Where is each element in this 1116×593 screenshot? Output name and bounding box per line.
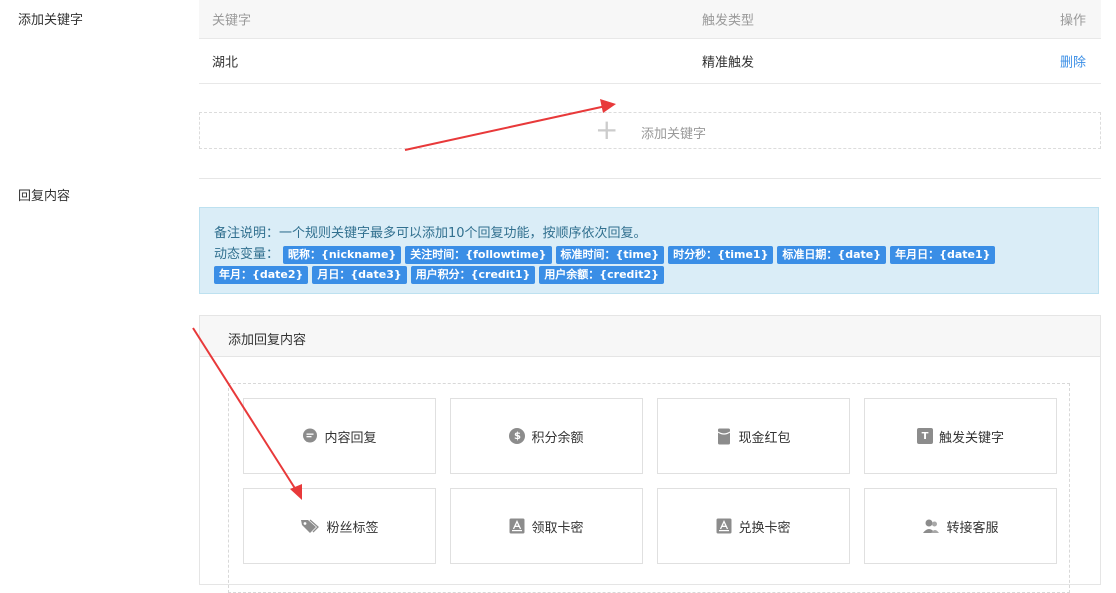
keyword-table: 关键字 触发类型 操作 湖北 精准触发 删除 (199, 0, 1101, 84)
variable-tag-date3[interactable]: 月日：{date3} (312, 266, 407, 284)
tag-icon (300, 518, 320, 534)
reply-options-area: 内容回复 $ 积分余额 现金红包 T 触发关键字 粉丝标签 领取卡密 兑换卡密 … (228, 383, 1070, 593)
variable-tag-date1[interactable]: 年月日：{date1} (890, 246, 996, 264)
variable-tag-nickname[interactable]: 昵称：{nickname} (283, 246, 402, 264)
variable-tag-date2[interactable]: 年月：{date2} (214, 266, 309, 284)
keyword-table-header: 关键字 触发类型 操作 (199, 0, 1101, 39)
variable-tag-credit1[interactable]: 用户积分：{credit1} (410, 266, 536, 284)
dollar-coin-icon: $ (509, 428, 526, 444)
dynamic-variables: 动态变量： 昵称：{nickname} 关注时间：{followtime} 标准时间：… (214, 245, 1094, 285)
card-label: 兑换卡密 (738, 520, 791, 536)
card-label: 触发关键字 (938, 430, 1004, 446)
red-packet-icon (716, 428, 732, 444)
table-row: 湖北 精准触发 删除 (199, 39, 1101, 84)
variable-tag-time[interactable]: 标准时间：{time} (555, 246, 665, 264)
card-label: 现金红包 (738, 430, 791, 446)
chat-bubble-icon (302, 428, 318, 444)
header-trigger-type: 触发类型 (702, 13, 755, 29)
reply-content-label: 回复内容 (18, 189, 71, 204)
variable-tag-time1[interactable]: 时分秒：{time1} (668, 246, 774, 264)
add-keyword-button[interactable]: + 添加关键字 (199, 112, 1101, 149)
text-t-icon: T (916, 428, 933, 444)
card-label: 内容回复 (324, 430, 377, 446)
card-label: 领取卡密 (531, 520, 584, 536)
add-keyword-button-label: 添加关键字 (641, 127, 707, 142)
trigger-type-cell: 精准触发 (702, 55, 755, 71)
dynamic-variables-label: 动态变量： (214, 247, 280, 262)
delete-link[interactable]: 删除 (1060, 52, 1086, 71)
plus-icon: + (595, 113, 619, 146)
variable-tag-followtime[interactable]: 关注时间：{followtime} (405, 246, 552, 264)
variable-tag-date[interactable]: 标准日期：{date} (777, 246, 887, 264)
header-keyword: 关键字 (212, 13, 252, 29)
points-balance-card[interactable]: $ 积分余额 (450, 398, 643, 474)
customer-service-icon (922, 518, 940, 534)
transfer-customer-service-card[interactable]: 转接客服 (864, 488, 1057, 564)
claim-card-key-card[interactable]: 领取卡密 (450, 488, 643, 564)
add-reply-panel: 添加回复内容 内容回复 $ 积分余额 现金红包 T 触发关键字 粉丝标签 领取卡… (199, 315, 1101, 593)
panel-title: 添加回复内容 (228, 333, 307, 348)
card-exchange-icon (716, 518, 732, 534)
trigger-keyword-card[interactable]: T 触发关键字 (864, 398, 1057, 474)
info-box: 备注说明：一个规则关键字最多可以添加10个回复功能，按顺序依次回复。 动态变量：… (199, 207, 1099, 294)
card-label: 积分余额 (531, 430, 584, 446)
cash-red-packet-card[interactable]: 现金红包 (657, 398, 850, 474)
keyword-cell: 湖北 (212, 55, 239, 71)
add-keyword-label: 添加关键字 (18, 13, 84, 28)
variable-tag-credit2[interactable]: 用户余额：{credit2} (539, 266, 664, 284)
header-action: 操作 (1059, 13, 1086, 29)
exchange-card-key-card[interactable]: 兑换卡密 (657, 488, 850, 564)
content-reply-card[interactable]: 内容回复 (243, 398, 436, 474)
card-key-icon (509, 518, 525, 534)
panel-header: 添加回复内容 (200, 316, 1100, 357)
fan-tag-card[interactable]: 粉丝标签 (243, 488, 436, 564)
divider (199, 178, 1101, 179)
info-note: 备注说明：一个规则关键字最多可以添加10个回复功能，按顺序依次回复。 (214, 226, 647, 241)
card-label: 转接客服 (946, 520, 999, 536)
card-label: 粉丝标签 (326, 520, 379, 536)
